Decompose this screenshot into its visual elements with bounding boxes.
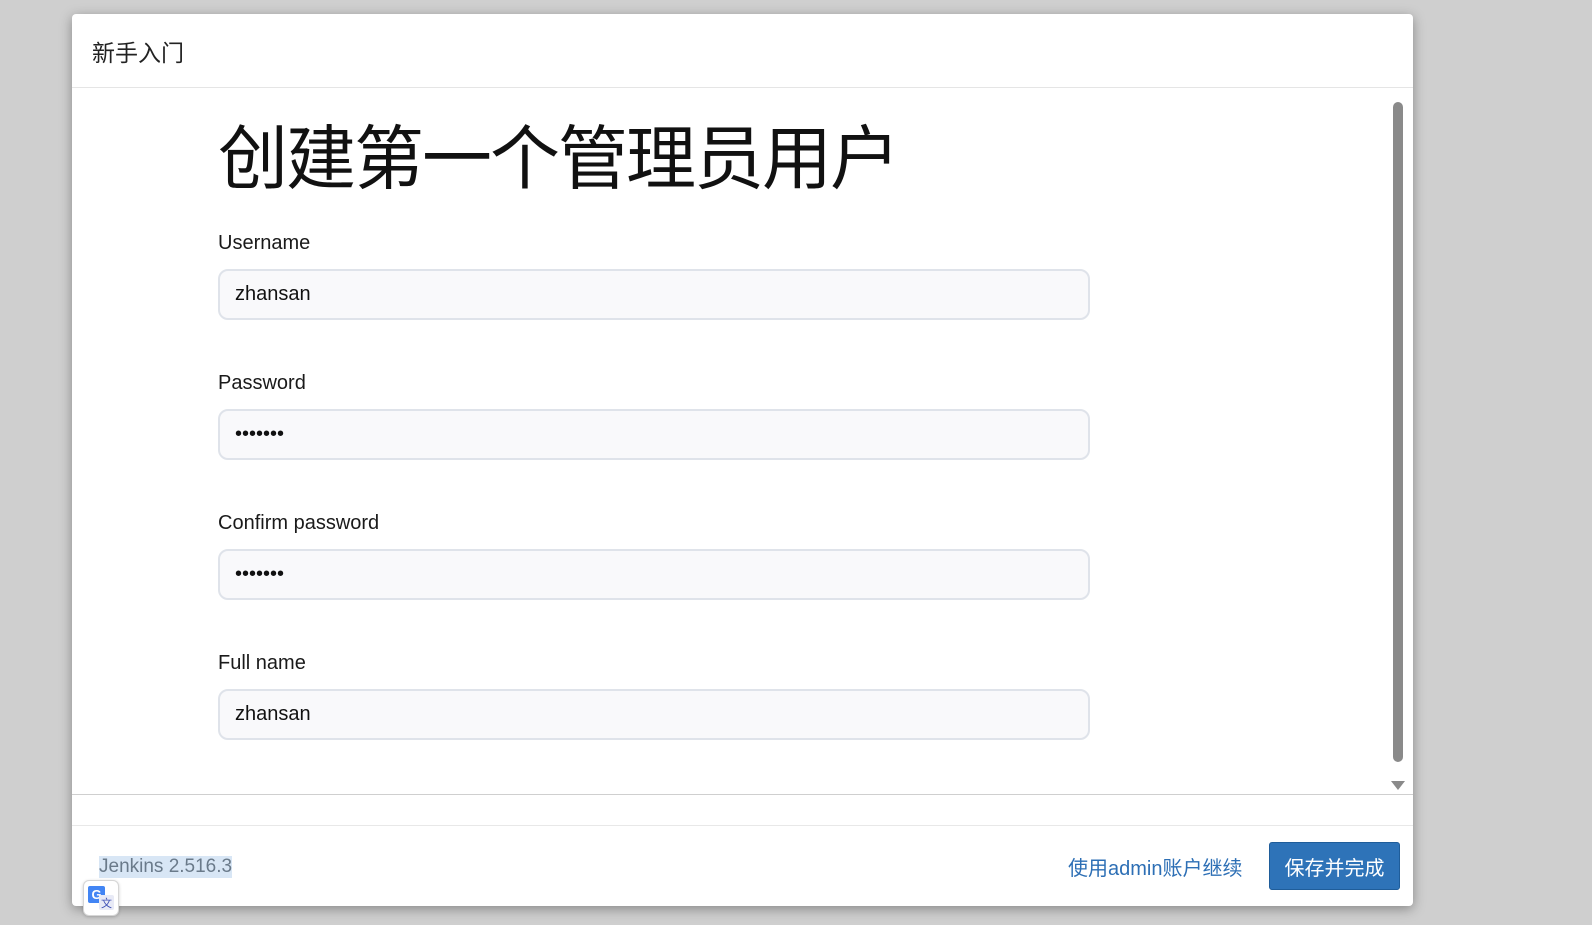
dialog-body: 创建第一个管理员用户 Username Password Confirm pas… bbox=[72, 88, 1413, 794]
google-translate-icon[interactable]: G 文 bbox=[83, 880, 119, 916]
footer-divider bbox=[72, 794, 1413, 795]
dialog-header: 新手入门 bbox=[72, 14, 1413, 88]
password-input[interactable] bbox=[218, 409, 1090, 460]
confirm-password-input[interactable] bbox=[218, 549, 1090, 600]
scrollbar-thumb[interactable] bbox=[1393, 102, 1403, 762]
create-admin-form: 创建第一个管理员用户 Username Password Confirm pas… bbox=[218, 124, 1090, 740]
password-group: Password bbox=[218, 372, 1090, 460]
chevron-down-icon[interactable] bbox=[1391, 781, 1405, 790]
page-title: 创建第一个管理员用户 bbox=[218, 118, 900, 200]
confirm-password-group: Confirm password bbox=[218, 512, 1090, 600]
translate-char-glyph: 文 bbox=[99, 895, 114, 910]
vertical-scrollbar[interactable] bbox=[1391, 88, 1405, 794]
dialog-header-title: 新手入门 bbox=[92, 39, 184, 66]
confirm-password-label: Confirm password bbox=[218, 512, 380, 534]
username-group: Username bbox=[218, 232, 1090, 320]
username-input[interactable] bbox=[218, 269, 1090, 320]
setup-wizard-dialog: 新手入门 创建第一个管理员用户 Username Password Confir… bbox=[72, 14, 1413, 906]
version-label: Jenkins 2.516.3 bbox=[99, 856, 233, 878]
full-name-input[interactable] bbox=[218, 689, 1090, 740]
continue-as-admin-link[interactable]: 使用admin账户继续 bbox=[1068, 852, 1242, 881]
full-name-label: Full name bbox=[218, 652, 306, 674]
password-label: Password bbox=[218, 372, 306, 394]
username-label: Username bbox=[218, 232, 311, 254]
footer-inner-divider bbox=[72, 825, 1413, 826]
save-and-finish-button[interactable]: 保存并完成 bbox=[1269, 842, 1400, 890]
full-name-group: Full name bbox=[218, 652, 1090, 740]
